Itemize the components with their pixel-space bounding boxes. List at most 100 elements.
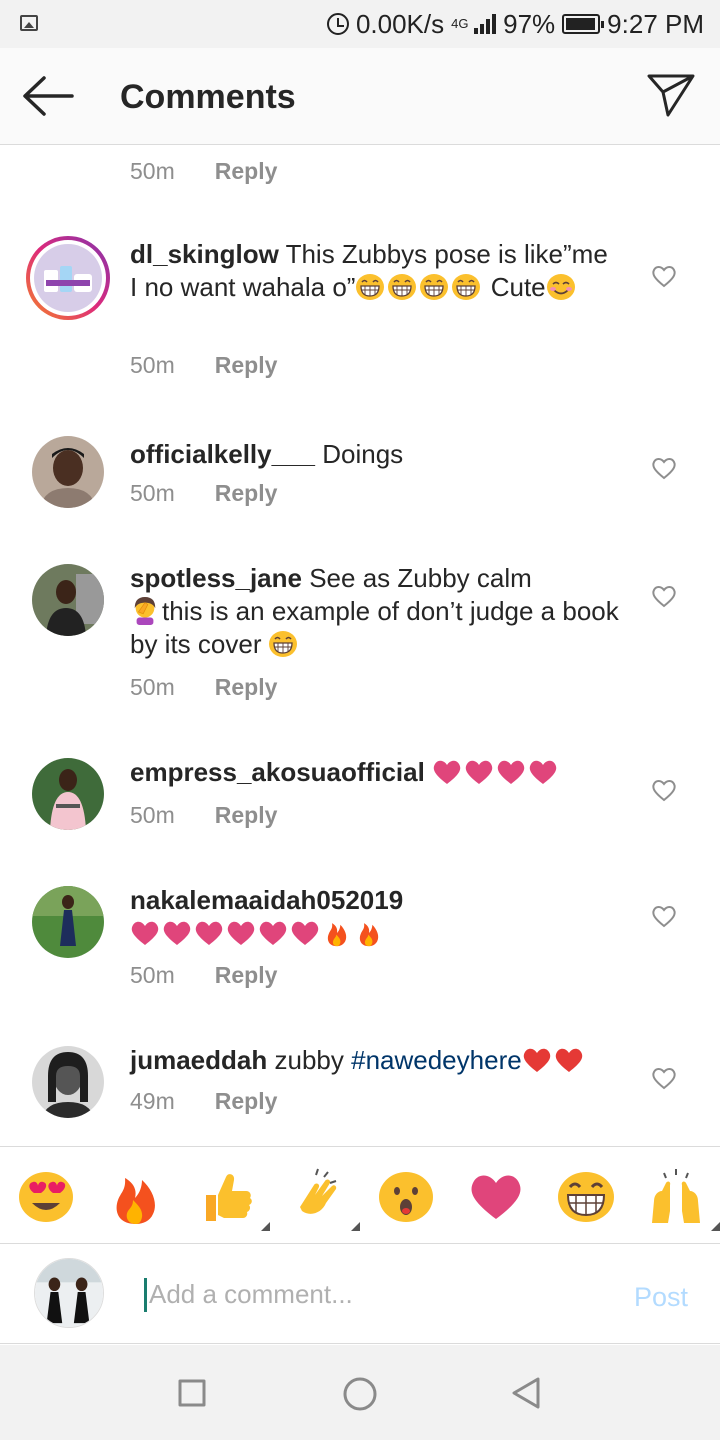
pink-heart-emoji-icon bbox=[162, 919, 192, 947]
comment-body: spotless_jane See as Zubby calm this is … bbox=[130, 562, 620, 661]
heart-emoji-icon[interactable] bbox=[466, 1167, 526, 1227]
comments-list[interactable]: 50m Reply dl_skinglow This Zubbys pose i… bbox=[0, 146, 720, 1144]
comment-input[interactable]: Add a comment... bbox=[144, 1278, 353, 1312]
header: Comments bbox=[0, 48, 720, 145]
like-heart-icon[interactable] bbox=[651, 1066, 677, 1090]
back-nav-icon[interactable] bbox=[508, 1375, 544, 1411]
grin-emoji-icon bbox=[387, 273, 417, 301]
like-heart-icon[interactable] bbox=[651, 904, 677, 928]
gallery-notification-icon bbox=[20, 15, 38, 31]
grin-emoji-icon bbox=[451, 273, 481, 301]
reply-button[interactable]: Reply bbox=[215, 480, 278, 507]
comment-body: nakalemaaidah052019 bbox=[130, 884, 620, 950]
avatar-story-ring[interactable] bbox=[26, 236, 110, 320]
reply-button[interactable]: Reply bbox=[215, 802, 278, 829]
like-heart-icon[interactable] bbox=[651, 584, 677, 608]
red-heart-emoji-icon bbox=[554, 1046, 584, 1074]
comment-meta: 50m Reply bbox=[130, 802, 277, 829]
comment-text: Cute bbox=[490, 272, 546, 302]
signal-icon bbox=[474, 14, 497, 34]
comment-body: jumaeddah zubby #nawedeyhere bbox=[130, 1044, 620, 1077]
reply-button[interactable]: Reply bbox=[215, 674, 278, 701]
pink-heart-emoji-icon bbox=[226, 919, 256, 947]
pink-heart-emoji-icon bbox=[496, 758, 526, 786]
grin-emoji-icon[interactable] bbox=[556, 1167, 616, 1227]
direct-message-icon[interactable] bbox=[646, 72, 696, 118]
comment-username[interactable]: empress_akosuaofficial bbox=[130, 757, 425, 787]
comment-meta: 50m Reply bbox=[130, 480, 277, 507]
comment-body: officialkelly___ Doings bbox=[130, 438, 620, 471]
skin-tone-indicator bbox=[711, 1222, 720, 1231]
hashtag-link[interactable]: #nawedeyhere bbox=[351, 1045, 522, 1075]
comment-time: 50m bbox=[130, 480, 175, 506]
like-heart-icon[interactable] bbox=[651, 264, 677, 288]
pink-heart-emoji-icon bbox=[432, 758, 462, 786]
comment-time: 50m bbox=[130, 352, 175, 378]
comment-time: 49m bbox=[130, 1088, 175, 1114]
comment-text: Doings bbox=[322, 439, 404, 469]
raised-hands-emoji-button[interactable] bbox=[646, 1167, 720, 1231]
pink-heart-emoji-icon bbox=[528, 758, 558, 786]
thumbs-up-emoji-icon bbox=[206, 1174, 252, 1221]
reply-button[interactable]: Reply bbox=[215, 158, 278, 185]
comment-meta: 50m Reply bbox=[130, 962, 277, 989]
avatar[interactable] bbox=[32, 436, 104, 508]
clock: 9:27 PM bbox=[607, 8, 704, 39]
comment-time: 50m bbox=[130, 962, 175, 988]
post-button[interactable]: Post bbox=[634, 1282, 688, 1313]
facepalm-emoji-icon bbox=[130, 597, 160, 625]
comment-username[interactable]: officialkelly___ bbox=[130, 439, 315, 469]
page-title: Comments bbox=[120, 78, 296, 116]
avatar bbox=[30, 240, 106, 316]
comment-meta: 50m Reply bbox=[130, 352, 277, 379]
recent-apps-icon[interactable] bbox=[174, 1375, 210, 1411]
comment-meta: 50m Reply bbox=[130, 158, 277, 185]
thumbs-up-emoji-button[interactable] bbox=[196, 1167, 270, 1231]
comment-time: 50m bbox=[130, 674, 175, 700]
red-heart-emoji-icon bbox=[522, 1046, 552, 1074]
pink-heart-emoji-icon bbox=[464, 758, 494, 786]
system-navigation-bar bbox=[0, 1345, 720, 1440]
back-arrow-icon[interactable] bbox=[22, 76, 74, 116]
status-bar: 0.00K/s 4G 97% 9:27 PM bbox=[0, 0, 720, 48]
alarm-icon bbox=[326, 13, 349, 35]
clapping-emoji-button[interactable] bbox=[286, 1167, 360, 1231]
clapping-emoji-icon bbox=[300, 1168, 337, 1214]
fire-emoji-icon[interactable] bbox=[106, 1167, 166, 1227]
comment-username[interactable]: dl_skinglow bbox=[130, 239, 279, 269]
comment-username[interactable]: spotless_jane bbox=[130, 563, 302, 593]
comment-username[interactable]: nakalemaaidah052019 bbox=[130, 885, 403, 915]
home-icon[interactable] bbox=[341, 1375, 379, 1413]
comment-composer: Add a comment... Post bbox=[0, 1244, 720, 1344]
reply-button[interactable]: Reply bbox=[215, 962, 278, 989]
reply-button[interactable]: Reply bbox=[215, 1088, 278, 1115]
reply-button[interactable]: Reply bbox=[215, 352, 278, 379]
battery-percent: 97% bbox=[503, 8, 556, 39]
pink-heart-emoji-icon bbox=[194, 919, 224, 947]
comment-text: this is an example of don’t judge a book… bbox=[130, 596, 619, 659]
avatar[interactable] bbox=[32, 758, 104, 830]
fire-emoji-icon bbox=[354, 919, 384, 947]
avatar[interactable] bbox=[32, 886, 104, 958]
comment-time: 50m bbox=[130, 802, 175, 828]
pink-heart-emoji-icon bbox=[130, 919, 160, 947]
comment-username[interactable]: jumaeddah bbox=[130, 1045, 267, 1075]
pink-heart-emoji-icon bbox=[258, 919, 288, 947]
heart-eyes-emoji-icon[interactable] bbox=[16, 1167, 76, 1227]
status-right: 0.00K/s 4G 97% 9:27 PM bbox=[326, 8, 704, 40]
avatar[interactable] bbox=[32, 564, 104, 636]
like-heart-icon[interactable] bbox=[651, 778, 677, 802]
comment-meta: 50m Reply bbox=[130, 674, 277, 701]
surprised-emoji-icon[interactable] bbox=[376, 1167, 436, 1227]
raised-hands-emoji-icon bbox=[652, 1169, 700, 1223]
comment-meta: 49m Reply bbox=[130, 1088, 277, 1115]
network-speed: 0.00K/s bbox=[355, 8, 445, 39]
comment-time: 50m bbox=[130, 158, 175, 184]
pink-heart-emoji-icon bbox=[290, 919, 320, 947]
avatar[interactable] bbox=[32, 1046, 104, 1118]
like-heart-icon[interactable] bbox=[651, 456, 677, 480]
grin-emoji-icon bbox=[419, 273, 449, 301]
skin-tone-indicator bbox=[351, 1222, 360, 1231]
grin-emoji-icon bbox=[268, 630, 298, 658]
comment-body: dl_skinglow This Zubbys pose is like”me … bbox=[130, 238, 620, 304]
